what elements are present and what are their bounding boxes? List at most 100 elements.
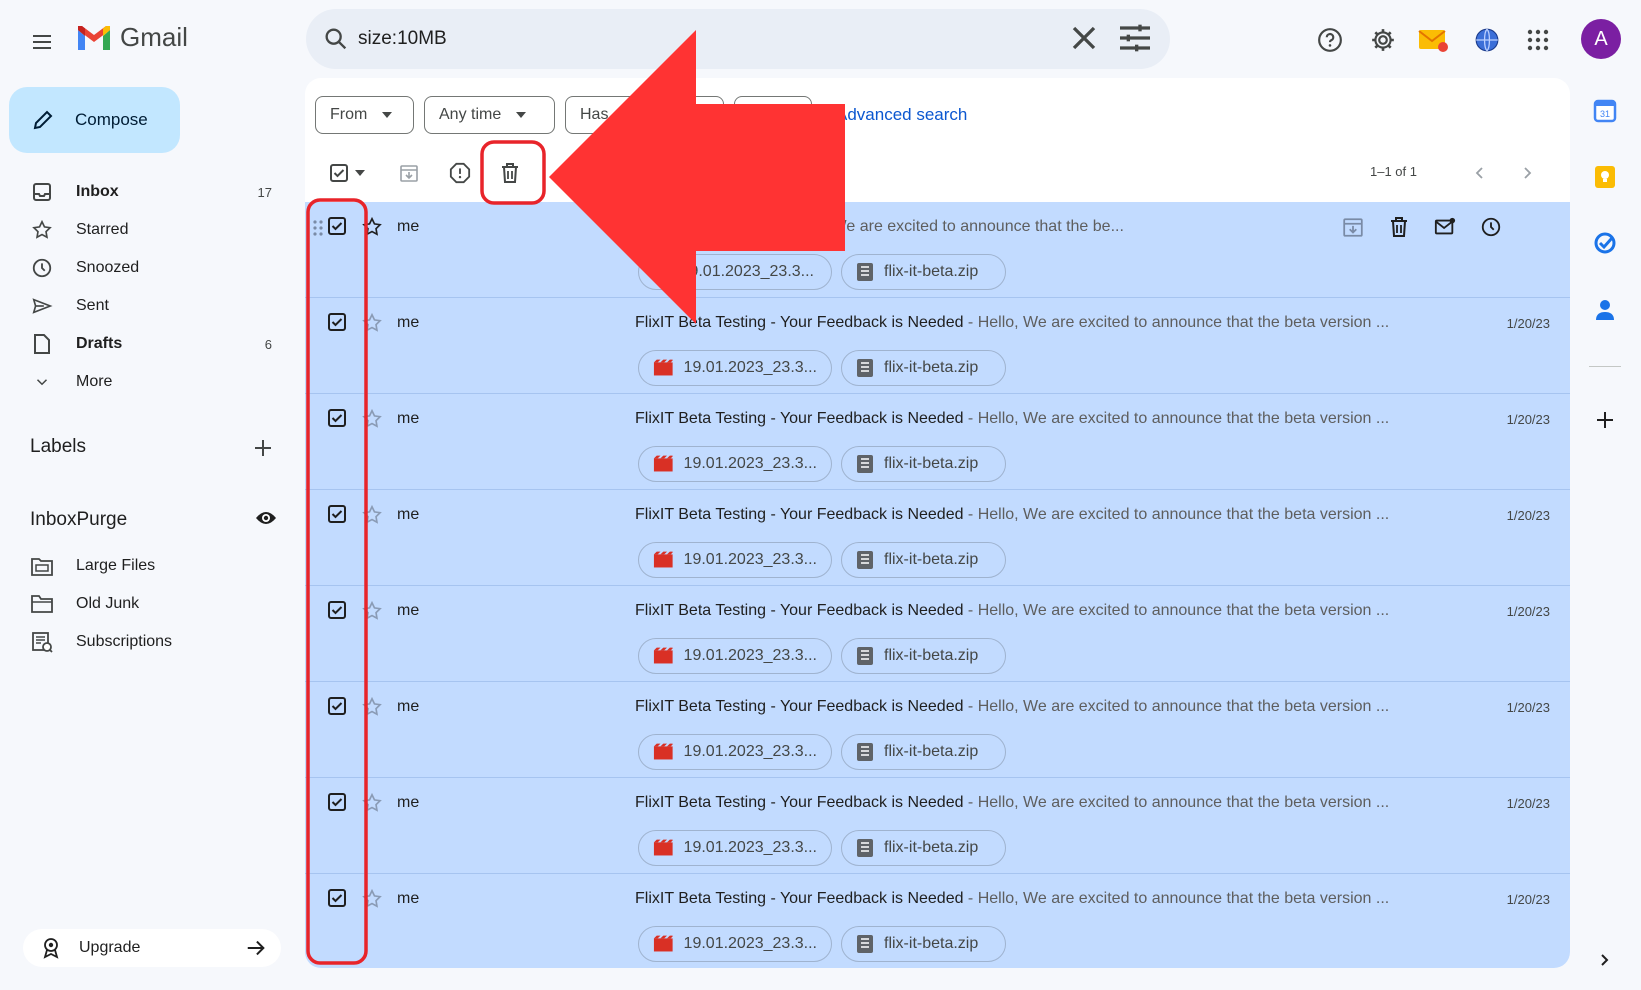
- row-checkbox[interactable]: [327, 408, 347, 428]
- star-toggle-icon[interactable]: [361, 408, 383, 430]
- filter-any-time[interactable]: Any time: [424, 96, 555, 134]
- row-checkbox[interactable]: [327, 600, 347, 620]
- attachment-chip-zip[interactable]: flix-it-beta.zip: [841, 734, 1006, 770]
- archive-button[interactable]: [397, 161, 421, 185]
- sidebar-item-old-junk[interactable]: Old Junk: [0, 585, 290, 623]
- star-toggle-icon[interactable]: [361, 312, 383, 334]
- row-checkbox[interactable]: [327, 504, 347, 524]
- google-apps-button[interactable]: [1518, 20, 1558, 60]
- row-checkbox[interactable]: [327, 792, 347, 812]
- newer-button[interactable]: [1468, 161, 1492, 185]
- row-subject: FlixIT Beta Testing - Your Feedback is N…: [635, 506, 1435, 524]
- filter-has[interactable]: Has: [565, 96, 724, 134]
- row-date: 1/20/23: [1506, 316, 1550, 331]
- star-toggle-icon[interactable]: [361, 216, 383, 238]
- eye-icon[interactable]: [255, 510, 277, 526]
- keep-app-button[interactable]: [1589, 161, 1621, 193]
- attachment-chip-zip[interactable]: flix-it-beta.zip: [841, 350, 1006, 386]
- attachment-chip-zip[interactable]: flix-it-beta.zip: [841, 446, 1006, 482]
- sidebar-item-large-files[interactable]: Large Files: [0, 547, 290, 585]
- report-spam-button[interactable]: [448, 161, 472, 185]
- main-menu-button[interactable]: [22, 22, 62, 62]
- support-button[interactable]: [1310, 20, 1350, 60]
- attachment-chip-video[interactable]: 19.01.2023_23.3...: [638, 542, 832, 578]
- sidebar-item-starred[interactable]: Starred: [0, 211, 290, 249]
- labels-heading: Labels: [30, 436, 86, 457]
- table-row[interactable]: me FlixIT Beta Testing - Your Feedback is…: [305, 490, 1570, 586]
- table-row[interactable]: me FlixIT Beta Testing - Your Feedback is…: [305, 394, 1570, 490]
- star-toggle-icon[interactable]: [361, 888, 383, 910]
- filter-from[interactable]: From: [315, 96, 414, 134]
- sidebar-item-label: More: [76, 373, 113, 390]
- sidebar-item-snoozed[interactable]: Snoozed: [0, 249, 290, 287]
- table-row[interactable]: me FlixIT Beta Testing - Your Feedback is…: [305, 778, 1570, 874]
- upgrade-label: Upgrade: [79, 939, 141, 956]
- sidebar-item-drafts[interactable]: Drafts 6: [0, 325, 290, 363]
- show-side-panel-button[interactable]: [1589, 944, 1621, 976]
- tasks-app-button[interactable]: [1589, 227, 1621, 259]
- star-toggle-icon[interactable]: [361, 504, 383, 526]
- search-input[interactable]: size:10MB: [358, 28, 447, 50]
- sidebar-item-inbox[interactable]: Inbox 17: [0, 173, 290, 211]
- spam-icon: [449, 162, 471, 184]
- sidebar-item-more[interactable]: More: [0, 363, 290, 401]
- sidebar-item-sent[interactable]: Sent: [0, 287, 290, 325]
- inboxpurge-extension-button[interactable]: [1414, 20, 1454, 60]
- row-snippet: - Hello, We are excited to announce that…: [963, 602, 1390, 619]
- get-addons-button[interactable]: [1589, 404, 1621, 436]
- table-row[interactable]: me FlixIT Beta Testing - Your Feedback is…: [305, 298, 1570, 394]
- row-checkbox[interactable]: [327, 216, 347, 236]
- attachment-chip-video[interactable]: 19.01.2023_23.3...: [638, 734, 832, 770]
- advanced-search-link[interactable]: Advanced search: [836, 105, 967, 125]
- drag-handle-icon[interactable]: [313, 220, 323, 236]
- draft-icon: [34, 334, 50, 354]
- table-row[interactable]: me eedback is Needed - Hello, We are exci…: [305, 202, 1570, 298]
- row-checkbox[interactable]: [327, 888, 347, 908]
- sidebar-item-subscriptions[interactable]: Subscriptions: [0, 623, 290, 661]
- star-toggle-icon[interactable]: [361, 600, 383, 622]
- extension-button[interactable]: [1467, 20, 1507, 60]
- attachment-chip-video[interactable]: 19.01.2023_23.3...: [638, 830, 832, 866]
- star-toggle-icon[interactable]: [361, 792, 383, 814]
- compose-button[interactable]: Compose: [9, 87, 180, 153]
- older-button[interactable]: [1515, 161, 1539, 185]
- star-toggle-icon[interactable]: [361, 696, 383, 718]
- attachment-chip-zip[interactable]: flix-it-beta.zip: [841, 926, 1006, 962]
- search-bar[interactable]: size:10MB: [306, 9, 1170, 69]
- zip-file-icon: [857, 839, 873, 857]
- account-avatar[interactable]: A: [1581, 19, 1621, 59]
- attachment-chip-zip[interactable]: flix-it-beta.zip: [841, 254, 1006, 290]
- zip-file-icon: [857, 551, 873, 569]
- settings-button[interactable]: [1363, 20, 1403, 60]
- table-row[interactable]: me FlixIT Beta Testing - Your Feedback is…: [305, 874, 1570, 968]
- attachment-chip-video[interactable]: 19.01.2023_23.3...: [638, 926, 832, 962]
- trash-icon[interactable]: [1388, 216, 1410, 238]
- mark-unread-icon[interactable]: [1434, 216, 1456, 238]
- delete-button[interactable]: [498, 161, 522, 185]
- snooze-clock-icon[interactable]: [1480, 216, 1502, 238]
- row-subject-text: FlixIT Beta Testing - Your Feedback is N…: [635, 410, 964, 427]
- attachment-chip-video[interactable]: 19.01.2023_23.3...: [638, 446, 832, 482]
- search-options-icon[interactable]: [1115, 18, 1155, 58]
- attachment-chip-video[interactable]: .9.01.2023_23.3...: [638, 254, 832, 290]
- create-label-icon[interactable]: [253, 438, 273, 458]
- archive-icon[interactable]: [1342, 216, 1364, 238]
- upgrade-button[interactable]: Upgrade: [23, 929, 281, 967]
- clear-search-icon[interactable]: [1064, 18, 1104, 58]
- contacts-app-button[interactable]: [1589, 294, 1621, 326]
- gmail-logo[interactable]: Gmail: [76, 22, 188, 53]
- select-menu-button[interactable]: [348, 161, 372, 185]
- table-row[interactable]: me FlixIT Beta Testing - Your Feedback is…: [305, 682, 1570, 778]
- attachment-chip-zip[interactable]: flix-it-beta.zip: [841, 830, 1006, 866]
- attachment-chip-zip[interactable]: flix-it-beta.zip: [841, 542, 1006, 578]
- table-row[interactable]: me FlixIT Beta Testing - Your Feedback is…: [305, 586, 1570, 682]
- row-checkbox[interactable]: [327, 312, 347, 332]
- row-date: 1/20/23: [1506, 508, 1550, 523]
- row-checkbox[interactable]: [327, 696, 347, 716]
- attachment-chip-video[interactable]: 19.01.2023_23.3...: [638, 638, 832, 674]
- search-icon[interactable]: [322, 25, 350, 53]
- attachment-chip-video[interactable]: 19.01.2023_23.3...: [638, 350, 832, 386]
- attachment-chip-zip[interactable]: flix-it-beta.zip: [841, 638, 1006, 674]
- filter-chip[interactable]: [734, 96, 812, 134]
- calendar-app-button[interactable]: 31: [1589, 95, 1621, 127]
